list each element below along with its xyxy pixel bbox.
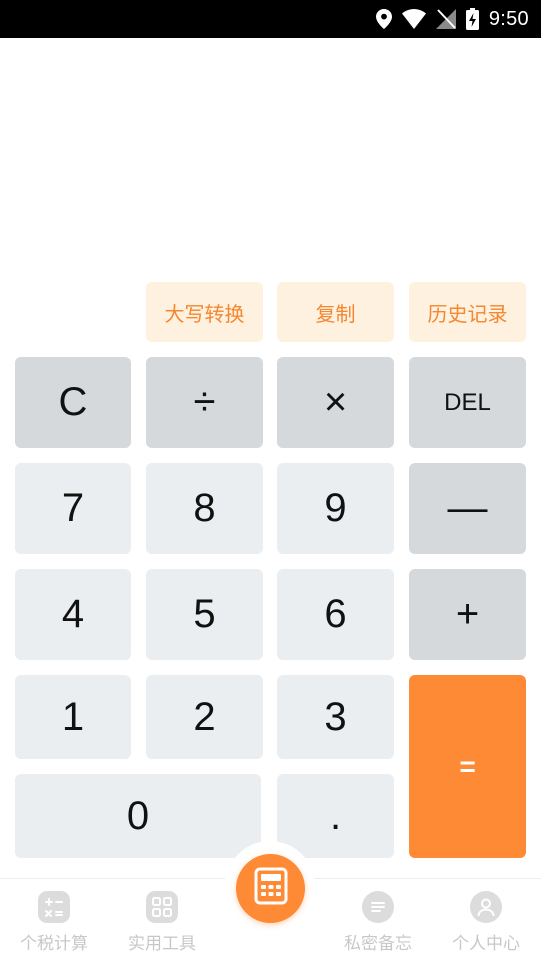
- tab-utility-tools[interactable]: 实用工具: [112, 891, 212, 954]
- tab-tax-calculator[interactable]: 个税计算: [4, 891, 104, 954]
- tab-label: 个税计算: [20, 934, 88, 953]
- status-bar: 9:50: [0, 0, 541, 38]
- history-button[interactable]: 历史记录: [409, 282, 526, 342]
- tab-personal-center[interactable]: 个人中心: [436, 891, 536, 954]
- digit-3-key[interactable]: 3: [277, 675, 394, 759]
- tab-calculator-center-button[interactable]: [236, 854, 305, 923]
- digit-1-key[interactable]: 1: [15, 675, 131, 759]
- digit-8-key[interactable]: 8: [146, 463, 263, 554]
- digit-6-key[interactable]: 6: [277, 569, 394, 660]
- tax-calculator-icon: [38, 891, 70, 923]
- location-icon: [375, 9, 392, 29]
- tab-private-memo[interactable]: 私密备忘: [328, 891, 428, 954]
- status-icons: 9:50: [375, 6, 529, 32]
- digit-5-key[interactable]: 5: [146, 569, 263, 660]
- calculator-display: [0, 38, 541, 278]
- tab-label: 个人中心: [452, 934, 520, 953]
- wifi-icon: [401, 9, 426, 29]
- equals-key[interactable]: =: [409, 675, 526, 858]
- plus-key[interactable]: +: [409, 569, 526, 660]
- tab-label: 私密备忘: [344, 934, 412, 953]
- digit-7-key[interactable]: 7: [15, 463, 131, 554]
- multiply-key[interactable]: ×: [277, 357, 394, 448]
- battery-charging-icon: [465, 8, 479, 30]
- memo-icon: [362, 891, 394, 923]
- no-signal-icon: [435, 9, 456, 29]
- minus-key[interactable]: —: [409, 463, 526, 554]
- digit-4-key[interactable]: 4: [15, 569, 131, 660]
- grid-tools-icon: [146, 891, 178, 923]
- delete-key[interactable]: DEL: [409, 357, 526, 448]
- status-time: 9:50: [488, 7, 529, 30]
- digit-9-key[interactable]: 9: [277, 463, 394, 554]
- clear-key[interactable]: C: [15, 357, 131, 448]
- calculator-icon: [254, 867, 288, 910]
- uppercase-convert-button[interactable]: 大写转换: [146, 282, 263, 342]
- decimal-key[interactable]: .: [277, 774, 394, 858]
- copy-button[interactable]: 复制: [277, 282, 394, 342]
- digit-0-key[interactable]: 0: [15, 774, 261, 858]
- tab-label: 实用工具: [128, 934, 196, 953]
- divide-key[interactable]: ÷: [146, 357, 263, 448]
- user-icon: [470, 891, 502, 923]
- digit-2-key[interactable]: 2: [146, 675, 263, 759]
